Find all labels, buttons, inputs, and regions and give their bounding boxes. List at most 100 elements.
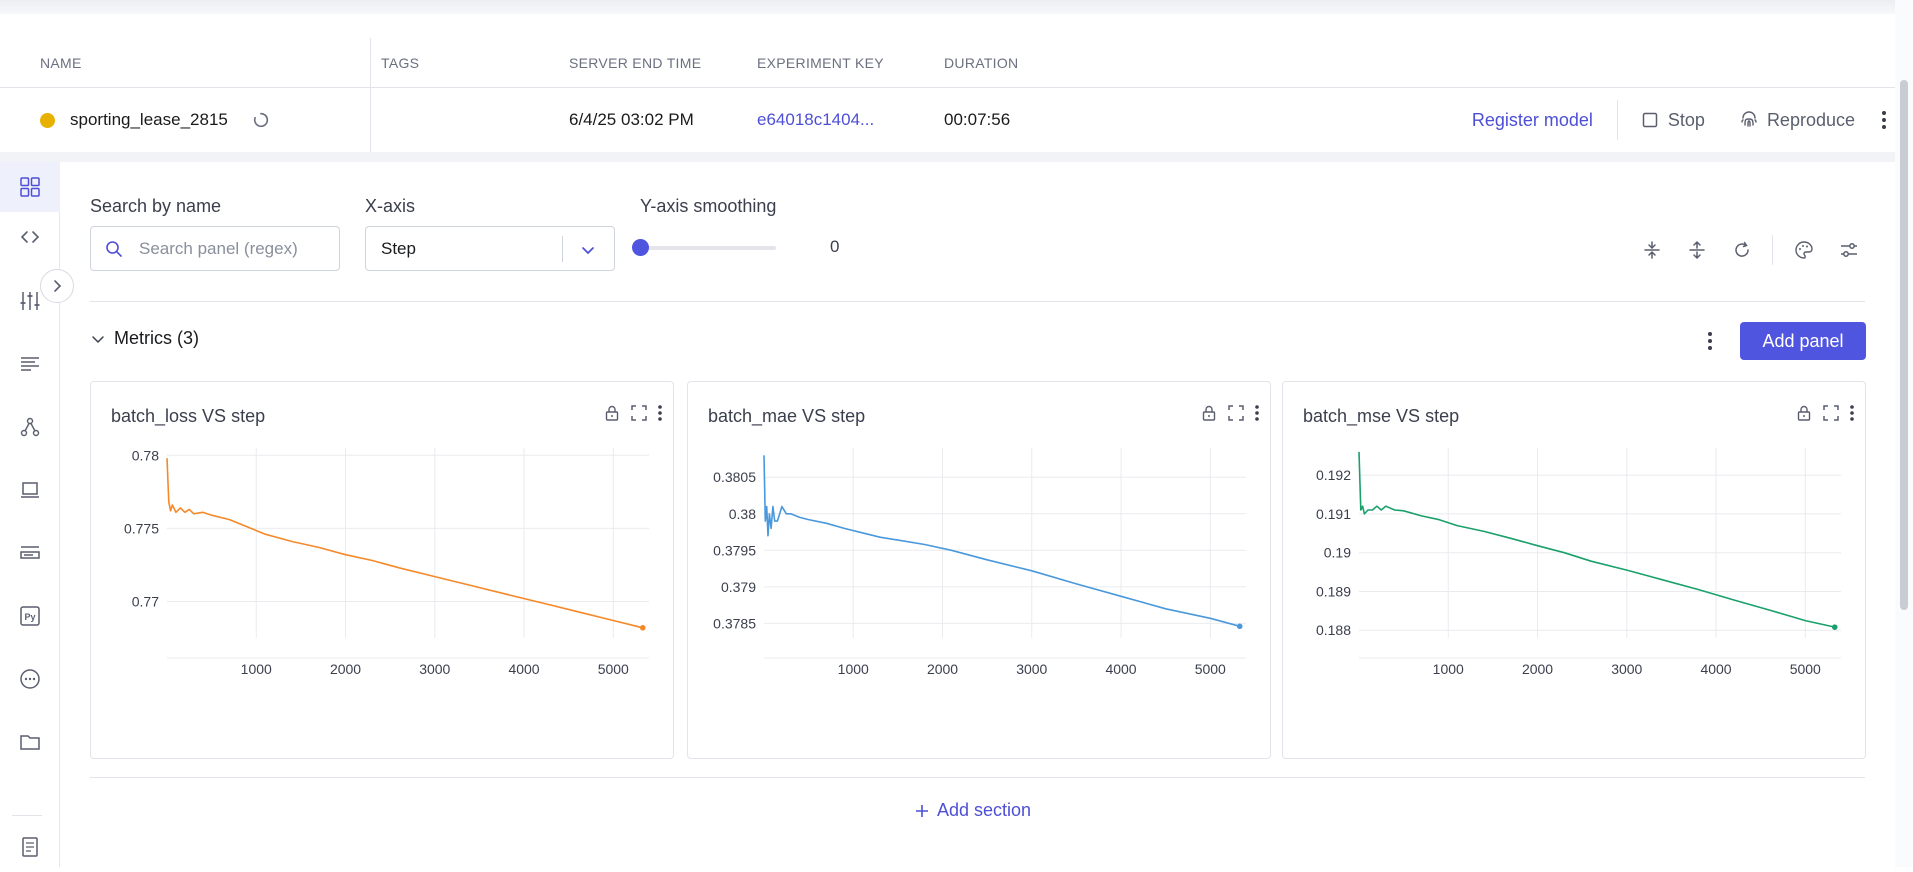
collapse-icon	[1643, 241, 1660, 259]
search-panel-field[interactable]	[90, 226, 340, 271]
fullscreen-icon[interactable]	[1822, 404, 1840, 422]
kebab-icon[interactable]	[657, 404, 663, 422]
xaxis-select[interactable]: Step	[365, 226, 615, 271]
sliders-icon	[1840, 243, 1857, 257]
sidebar-item-python[interactable]: Py	[0, 591, 60, 641]
add-section-label: Add section	[937, 800, 1032, 820]
y-tick-label: 0.189	[1316, 583, 1351, 599]
register-model-button[interactable]: Register model	[1472, 110, 1593, 131]
sidebar-item-system[interactable]	[0, 465, 60, 515]
col-header-duration[interactable]: DURATION	[944, 55, 1018, 71]
expand-sidebar-button[interactable]	[40, 269, 74, 303]
add-section-button[interactable]: Add section	[915, 800, 1031, 821]
chart-panel-batch-loss[interactable]: batch_loss VS step 0.77 0.775 0.78 1000 2000…	[90, 381, 674, 759]
experiment-table: NAME TAGS SERVER END TIME EXPERIMENT KEY…	[0, 38, 1895, 152]
palette-button[interactable]	[1781, 235, 1826, 265]
smoothing-slider-track[interactable]	[640, 246, 776, 250]
sidebar-item-html[interactable]	[0, 822, 60, 872]
col-header-tags[interactable]: TAGS	[381, 55, 419, 71]
system-icon	[21, 482, 39, 498]
y-tick-label: 0.3805	[713, 469, 756, 485]
col-header-server-end-time[interactable]: SERVER END TIME	[569, 55, 701, 71]
hyperparameters-icon	[20, 292, 40, 310]
separator-bar	[0, 152, 1895, 162]
left-sidebar: Py	[0, 162, 60, 867]
line-chart-batch-mse[interactable]: 0.188 0.189 0.19 0.191 0.192 1000 2000 3000 4000…	[1283, 442, 1865, 752]
sidebar-item-graph[interactable]	[0, 402, 60, 452]
fullscreen-icon[interactable]	[630, 404, 648, 422]
kebab-icon[interactable]	[1849, 404, 1855, 422]
sidebar-item-code[interactable]	[0, 212, 60, 262]
search-input[interactable]	[139, 238, 319, 259]
xaxis-label: X-axis	[365, 196, 416, 216]
server-end-time: 6/4/25 03:02 PM	[569, 110, 694, 129]
y-tick-label: 0.775	[124, 520, 159, 536]
metrics-section-toggle[interactable]: Metrics (3)	[90, 328, 199, 349]
panel-toolbar	[1629, 235, 1871, 265]
sidebar-item-other[interactable]	[0, 654, 60, 704]
y-tick-label: 0.3785	[713, 615, 756, 631]
sidebar-item-output[interactable]	[0, 339, 60, 389]
refresh-button[interactable]	[1719, 235, 1764, 265]
line-chart-batch-loss[interactable]: 0.77 0.775 0.78 1000 2000 3000 4000 5000	[91, 442, 673, 752]
col-header-experiment-key[interactable]: EXPERIMENT KEY	[757, 55, 884, 71]
x-tick-label: 3000	[419, 661, 450, 677]
palette-icon	[1794, 241, 1813, 259]
col-header-name[interactable]: NAME	[40, 55, 82, 71]
smoothing-slider-thumb[interactable]	[632, 239, 649, 256]
sidebar-item-assets[interactable]	[0, 717, 60, 767]
x-tick-label: 2000	[1522, 661, 1553, 677]
add-panel-button[interactable]: Add panel	[1740, 322, 1866, 360]
stop-label: Stop	[1667, 109, 1705, 130]
panels-icon	[20, 177, 40, 197]
sidebar-item-panels[interactable]	[0, 162, 60, 212]
experiment-key-link[interactable]: e64018c1404...	[757, 110, 874, 130]
experiment-name[interactable]: sporting_lease_2815	[70, 110, 228, 130]
y-tick-label: 0.379	[721, 579, 756, 595]
row-actions: Register model Stop Reproduce	[1472, 100, 1895, 140]
x-tick-label: 1000	[1433, 661, 1464, 677]
panel-actions	[1200, 404, 1260, 422]
folder-icon	[20, 735, 40, 750]
code-icon	[20, 231, 40, 243]
fingerprint-icon	[1741, 111, 1757, 127]
collapse-all-button[interactable]	[1629, 235, 1674, 265]
toolbar-divider	[1772, 235, 1773, 265]
sidebar-divider	[12, 815, 42, 816]
chevron-right-icon	[54, 280, 62, 292]
chart-panel-batch-mae[interactable]: batch_mae VS step 0.3785 0.379 0.3795 0.38 0…	[687, 381, 1271, 759]
x-tick-label: 3000	[1611, 661, 1642, 677]
x-tick-label: 4000	[508, 661, 539, 677]
stop-button[interactable]: Stop	[1642, 110, 1705, 131]
lock-icon[interactable]	[1795, 404, 1813, 422]
chart-panel-batch-mse[interactable]: batch_mse VS step 0.188 0.189 0.19 0.191 0.1…	[1282, 381, 1866, 759]
section-more-button[interactable]	[1700, 326, 1720, 356]
smoothing-value: 0	[830, 237, 840, 256]
fullscreen-icon[interactable]	[1227, 404, 1245, 422]
kebab-icon	[1708, 332, 1712, 350]
settings-button[interactable]	[1826, 235, 1871, 265]
panel-title: batch_mae VS step	[708, 406, 866, 426]
refresh-icon	[1734, 241, 1749, 257]
smoothing-label: Y-axis smoothing	[640, 196, 777, 216]
x-tick-label: 5000	[1790, 661, 1821, 677]
y-tick-label: 0.3795	[713, 542, 756, 558]
kebab-icon[interactable]	[1254, 404, 1260, 422]
x-tick-label: 4000	[1700, 661, 1731, 677]
x-tick-label: 5000	[598, 661, 629, 677]
y-tick-label: 0.78	[132, 447, 159, 463]
notes-icon	[20, 546, 40, 559]
table-row[interactable]: sporting_lease_2815 6/4/25 03:02 PM e640…	[0, 88, 1895, 152]
x-tick-label: 2000	[927, 661, 958, 677]
expand-all-button[interactable]	[1674, 235, 1719, 265]
lock-icon[interactable]	[603, 404, 621, 422]
sidebar-item-notes[interactable]	[0, 528, 60, 578]
scrollbar[interactable]	[1900, 80, 1908, 610]
reproduce-button[interactable]: Reproduce	[1739, 110, 1855, 131]
line-chart-batch-mae[interactable]: 0.3785 0.379 0.3795 0.38 0.3805 1000 2000 3000 4…	[688, 442, 1270, 752]
select-divider	[562, 236, 563, 262]
lock-icon[interactable]	[1200, 404, 1218, 422]
series-line	[166, 458, 643, 629]
output-icon	[21, 357, 39, 371]
row-more-button[interactable]	[1881, 110, 1887, 130]
